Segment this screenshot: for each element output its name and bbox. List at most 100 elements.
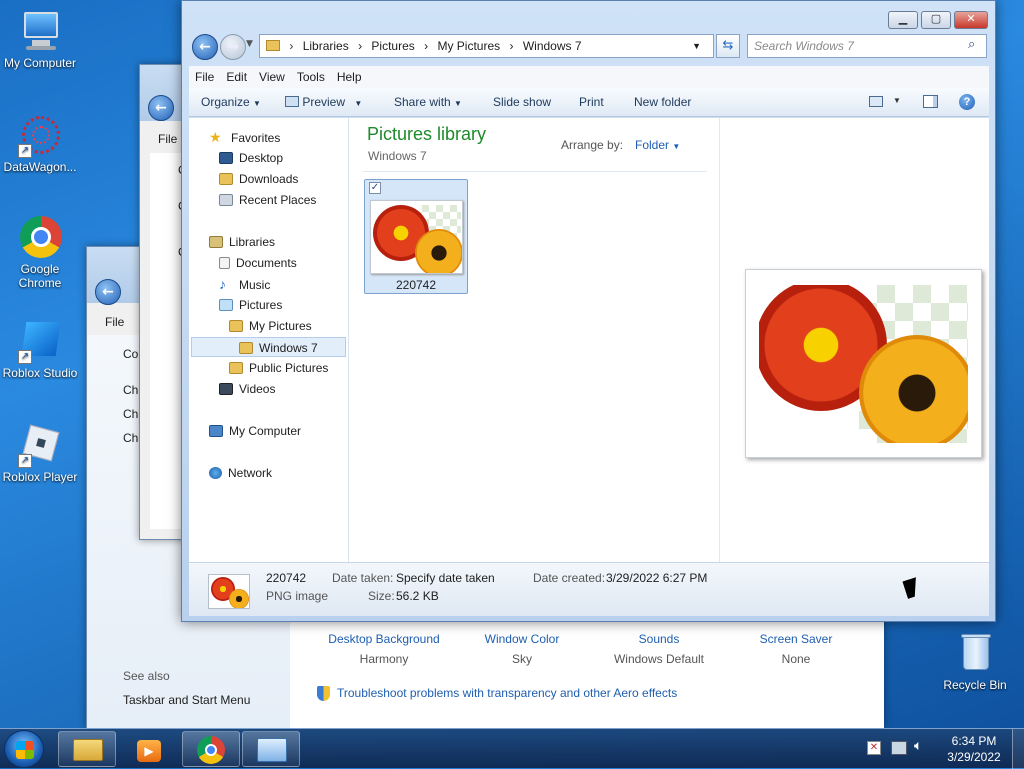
search-input[interactable]: Search Windows 7 [747,34,987,58]
desktop-icon-roblox-player[interactable]: ↗ Roblox Player [0,424,80,484]
menu-file[interactable]: File [189,66,220,84]
tray-volume-icon[interactable]: 🔈︎ [914,738,922,754]
shortcut-arrow-icon: ↗ [18,454,32,468]
clock-time[interactable]: 6:34 PM [942,734,1006,748]
back-arrow-icon[interactable]: ← [148,95,174,121]
back-arrow-icon[interactable]: ← [95,279,121,305]
videos-icon [219,383,233,395]
breadcrumb-windows7[interactable]: Windows 7 [523,39,582,53]
nav-music[interactable]: ♪ Music [219,274,270,294]
preview-icon [285,96,299,107]
tray-action-center-icon[interactable]: ✕ [867,741,881,755]
desktop-icon-label: My Computer [3,56,77,70]
menu-edit[interactable]: Edit [220,66,253,84]
nav-recent-places[interactable]: Recent Places [219,190,316,210]
breadcrumb-my-pictures[interactable]: My Pictures [437,39,500,53]
taskbar-explorer-button[interactable] [58,731,116,767]
tray-network-icon[interactable] [891,741,907,755]
nav-libraries[interactable]: Libraries [209,232,275,252]
print-button[interactable]: Print [579,95,604,109]
documents-icon [219,257,230,269]
taskbar-media-player-button[interactable]: ▶ [120,731,178,767]
menu-file[interactable]: File [158,132,177,146]
see-also-heading: See also [123,669,170,683]
file-item-selected[interactable]: ✓ 220742 [364,179,468,294]
window-color-link[interactable]: Window Color [466,632,578,646]
nav-favorites[interactable]: ★ Favorites [209,127,280,147]
recent-pages-chevron-icon[interactable]: ▼ [246,39,253,49]
nav-network[interactable]: Network [209,463,272,483]
library-title: Pictures library [367,124,487,144]
date-taken-label: Date taken: [332,571,394,585]
desktop-icon-datawagon[interactable]: ↗ DataWagon... [0,114,80,174]
roblox-studio-icon: ↗ [18,320,62,364]
desktop-icon-chrome[interactable]: Google Chrome [0,216,80,290]
preview-pane-icon[interactable] [923,95,938,108]
nav-my-computer[interactable]: My Computer [209,421,301,441]
address-bar[interactable]: › Libraries › Pictures › My Pictures › W… [259,34,714,58]
desktop-icon-my-computer[interactable]: My Computer [0,10,80,70]
slide-show-button[interactable]: Slide show [493,95,551,109]
organize-button[interactable]: Organize ▼ [201,95,261,109]
clock-date[interactable]: 3/29/2022 [942,750,1006,764]
details-file-name: 220742 [266,571,307,585]
menu-help[interactable]: Help [331,66,368,84]
taskbar-control-panel-button[interactable] [242,731,300,767]
breadcrumb-libraries[interactable]: Libraries [303,39,349,53]
maximize-button[interactable]: ▢ [921,11,951,29]
view-options-chevron-icon[interactable]: ▼ [893,96,901,105]
details-file-type: PNG image [266,589,329,603]
minimize-button[interactable]: ▁ [888,11,918,29]
explorer-window[interactable]: ▁ ▢ ✕ ← → ▼ › Libraries › Pictures › My … [181,0,996,622]
forward-button[interactable]: → [220,34,246,60]
window-color-value: Sky [511,652,532,666]
desktop-icon-roblox-studio[interactable]: ↗ Roblox Studio [0,320,80,380]
explorer-folder-icon [73,739,103,761]
show-desktop-button[interactable] [1012,729,1024,769]
sounds-value: Windows Default [613,652,705,666]
desktop-icon-recycle-bin[interactable]: Recycle Bin [935,632,1015,692]
nav-pictures[interactable]: Pictures [219,295,282,315]
nav-documents[interactable]: Documents [219,253,297,273]
help-icon[interactable]: ? [959,94,975,110]
nav-downloads[interactable]: Downloads [219,169,298,189]
control-panel-icon [257,738,287,762]
chrome-icon [18,216,62,260]
menu-file[interactable]: File [105,315,124,329]
details-thumbnail [208,574,250,609]
nav-my-pictures[interactable]: My Pictures [229,316,312,336]
back-button[interactable]: ← [192,34,218,60]
start-button[interactable] [4,730,44,768]
screen-saver-link[interactable]: Screen Saver [746,632,846,646]
nav-windows7-selected[interactable]: Windows 7 [191,337,346,357]
shortcut-arrow-icon: ↗ [18,144,32,158]
nav-public-pictures[interactable]: Public Pictures [229,358,328,378]
arrange-by-label: Arrange by: [561,138,624,152]
arrange-by-dropdown[interactable]: Folder ▼ [635,138,680,152]
preview-button[interactable]: Preview ▼ [285,95,362,109]
taskbar-start-menu-link[interactable]: Taskbar and Start Menu [123,693,250,707]
new-folder-button[interactable]: New folder [634,95,691,109]
recent-places-icon [219,194,233,206]
taskbar-chrome-button[interactable] [182,731,240,767]
share-with-button[interactable]: Share with ▼ [394,95,462,109]
desktop-background-link[interactable]: Desktop Background [320,632,448,646]
desktop-icon-label: Recycle Bin [943,678,1007,692]
sounds-link[interactable]: Sounds [600,632,718,646]
windows-logo-icon [16,741,34,759]
menu-tools[interactable]: Tools [291,66,331,84]
troubleshoot-aero-link[interactable]: Troubleshoot problems with transparency … [337,686,677,700]
breadcrumb-pictures[interactable]: Pictures [371,39,414,53]
screen-saver-value: None [781,652,811,666]
computer-icon [18,10,62,54]
change-view-icon[interactable] [869,96,883,107]
menu-view[interactable]: View [253,66,291,84]
refresh-button[interactable]: ⇆ [716,34,740,58]
libraries-icon [209,236,223,248]
item-checkbox[interactable]: ✓ [369,182,381,194]
address-dropdown-icon[interactable]: ▼ [692,35,701,57]
nav-videos[interactable]: Videos [219,379,275,399]
nav-desktop[interactable]: Desktop [219,148,283,168]
date-taken-value[interactable]: Specify date taken [396,571,495,585]
close-button[interactable]: ✕ [954,11,988,29]
